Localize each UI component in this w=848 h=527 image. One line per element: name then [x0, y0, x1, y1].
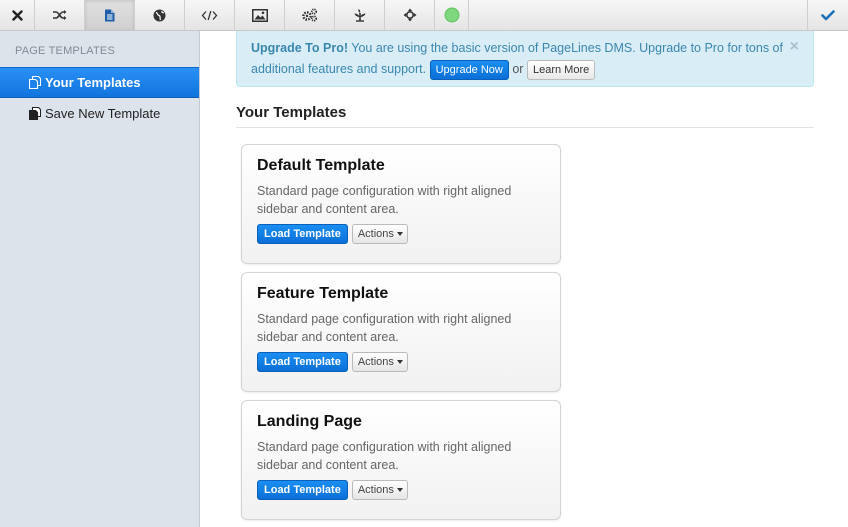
- template-actions: Load Template Actions: [257, 224, 545, 244]
- shuffle-icon: [52, 9, 67, 21]
- template-description: Standard page configuration with right a…: [257, 184, 512, 216]
- move-icon: [403, 8, 417, 22]
- sidebar-item-label: Your Templates: [45, 75, 141, 90]
- alert-title: Upgrade To Pro!: [251, 41, 348, 55]
- actions-dropdown[interactable]: Actions: [351, 480, 408, 500]
- leaf-icon: [353, 8, 367, 22]
- top-toolbar: [0, 0, 848, 31]
- sidebar-item-save-new-template[interactable]: Save New Template: [0, 98, 199, 129]
- load-template-button[interactable]: Load Template: [257, 224, 348, 244]
- close-alert-icon[interactable]: ×: [790, 36, 799, 57]
- settings-button[interactable]: [285, 0, 335, 30]
- actions-label: Actions: [357, 356, 394, 368]
- themes-button[interactable]: [335, 0, 385, 30]
- checkmark-icon: [821, 9, 835, 21]
- image-icon: [251, 8, 268, 22]
- template-card: Feature Template Standard page configura…: [241, 272, 561, 392]
- template-card: Landing Page Standard page configuration…: [241, 400, 561, 520]
- templates-icon: [28, 76, 41, 89]
- main-panel: Upgrade To Pro! You are using the basic …: [201, 31, 848, 527]
- load-template-button[interactable]: Load Template: [257, 480, 348, 500]
- image-button[interactable]: [235, 0, 285, 30]
- toolbar-spacer: [469, 0, 808, 30]
- actions-dropdown[interactable]: Actions: [351, 224, 408, 244]
- template-title: Default Template: [257, 157, 385, 174]
- code-icon: [201, 10, 218, 21]
- caret-down-icon: [396, 232, 403, 236]
- close-icon: [11, 9, 23, 21]
- template-title: Feature Template: [257, 285, 389, 302]
- template-actions: Load Template Actions: [257, 352, 545, 372]
- move-button[interactable]: [385, 0, 435, 30]
- globe-button[interactable]: [135, 0, 185, 30]
- load-template-button[interactable]: Load Template: [257, 352, 348, 372]
- actions-label: Actions: [357, 228, 394, 240]
- document-icon: [104, 9, 115, 22]
- gears-icon: [301, 8, 318, 22]
- globe-icon: [153, 9, 166, 22]
- template-description: Standard page configuration with right a…: [257, 440, 512, 472]
- sidebar-item-label: Save New Template: [45, 106, 161, 121]
- template-description: Standard page configuration with right a…: [257, 312, 512, 344]
- status-indicator: [435, 0, 469, 30]
- caret-down-icon: [396, 360, 403, 364]
- sidebar-item-your-templates[interactable]: Your Templates: [0, 67, 199, 98]
- templates-tab-button[interactable]: [85, 0, 135, 30]
- save-template-icon: [28, 107, 41, 120]
- actions-dropdown[interactable]: Actions: [351, 352, 408, 372]
- code-button[interactable]: [185, 0, 235, 30]
- upgrade-alert: Upgrade To Pro! You are using the basic …: [236, 31, 814, 87]
- learn-more-button[interactable]: Learn More: [526, 59, 596, 80]
- close-button[interactable]: [0, 0, 35, 30]
- section-divider: [236, 127, 814, 128]
- template-card: Default Template Standard page configura…: [241, 144, 561, 264]
- sidebar: PAGE TEMPLATES Your Templates Save New T…: [0, 31, 200, 527]
- section-title: Your Templates: [236, 104, 347, 121]
- caret-down-icon: [396, 488, 403, 492]
- alert-or-text: or: [512, 62, 524, 76]
- template-title: Landing Page: [257, 413, 362, 430]
- actions-label: Actions: [357, 484, 394, 496]
- template-actions: Load Template Actions: [257, 480, 545, 500]
- publish-button[interactable]: [808, 0, 848, 30]
- upgrade-now-button[interactable]: Upgrade Now: [429, 59, 509, 80]
- shuffle-button[interactable]: [35, 0, 85, 30]
- sidebar-heading: PAGE TEMPLATES: [15, 45, 115, 57]
- status-dot-icon: [444, 7, 460, 23]
